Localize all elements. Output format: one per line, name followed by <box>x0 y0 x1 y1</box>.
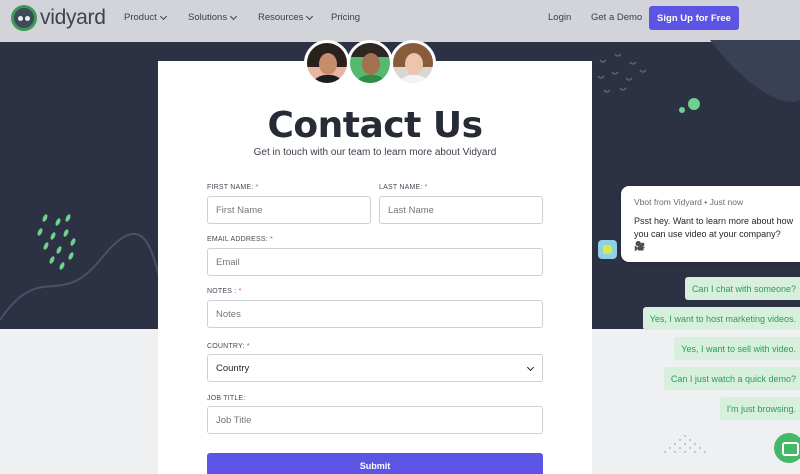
job-title-label-text: JOB TITLE: <box>207 395 246 402</box>
chat-launcher-icon[interactable] <box>774 433 800 463</box>
dots-pattern-decoration <box>663 434 707 454</box>
first-name-field[interactable] <box>207 196 371 224</box>
submit-button[interactable]: Submit <box>207 453 543 474</box>
notes-label: NOTES : * <box>207 288 242 295</box>
vidyard-logo[interactable]: vidyard <box>11 5 106 31</box>
job-title-label: JOB TITLE: <box>207 395 245 402</box>
chat-message: Psst hey. Want to learn more about how y… <box>634 216 794 251</box>
chat-meta: Vbot from Vidyard • Just now <box>634 197 744 207</box>
login-link[interactable]: Login <box>548 12 571 23</box>
dots-decoration <box>597 40 800 113</box>
chat-message-bubble: Vbot from Vidyard • Just now Psst hey. W… <box>621 186 800 262</box>
required-marker: * <box>246 343 250 350</box>
chevron-down-icon <box>526 363 535 372</box>
required-marker: * <box>255 184 259 191</box>
required-marker: * <box>238 288 242 295</box>
logo-text: vidyard <box>40 6 106 29</box>
last-name-field[interactable] <box>379 196 543 224</box>
required-marker: * <box>424 184 428 191</box>
country-label-text: COUNTRY: <box>207 343 245 350</box>
chevron-down-icon <box>230 12 238 20</box>
page-subtitle: Get in touch with our team to learn more… <box>253 147 497 158</box>
vidyard-logo-icon <box>11 5 37 31</box>
nav-resources-label: Resources <box>258 12 304 23</box>
top-navigation: vidyard Product Solutions Resources Pric… <box>0 0 800 42</box>
get-demo-link[interactable]: Get a Demo <box>591 12 642 23</box>
vbot-avatar-icon <box>598 240 617 259</box>
team-avatars <box>304 40 436 86</box>
chat-option[interactable]: Can I just watch a quick demo? <box>663 367 800 390</box>
chevron-down-icon <box>306 12 314 20</box>
login-label: Login <box>548 12 572 23</box>
email-label-text: EMAIL ADDRESS: <box>207 236 268 243</box>
last-name-label: LAST NAME: * <box>379 184 428 191</box>
notes-field[interactable] <box>207 300 543 328</box>
chat-option[interactable]: I'm just browsing. <box>719 397 800 420</box>
last-name-label-text: LAST NAME: <box>379 184 423 191</box>
nav-resources[interactable]: Resources <box>258 12 314 23</box>
email-label: EMAIL ADDRESS: * <box>207 236 273 243</box>
chat-option[interactable]: Yes, I want to host marketing videos. <box>642 307 800 330</box>
email-field[interactable] <box>207 248 543 276</box>
nav-product[interactable]: Product <box>124 12 167 23</box>
nav-product-label: Product <box>124 12 157 23</box>
wave-decoration <box>0 214 160 321</box>
notes-label-text: NOTES : <box>207 288 237 295</box>
job-title-field[interactable] <box>207 406 543 434</box>
get-demo-label: Get a Demo <box>591 12 643 23</box>
first-name-label-text: FIRST NAME: <box>207 184 254 191</box>
country-select-value: Country <box>216 362 250 374</box>
required-marker: * <box>270 236 273 243</box>
signup-button[interactable]: Sign Up for Free <box>649 6 739 30</box>
country-select[interactable]: Country <box>207 354 543 382</box>
chevron-down-icon <box>159 12 167 20</box>
first-name-label: FIRST NAME: * <box>207 184 259 191</box>
country-label: COUNTRY: * <box>207 343 250 350</box>
chat-option[interactable]: Yes, I want to sell with video. <box>674 337 800 360</box>
nav-solutions-label: Solutions <box>188 12 228 23</box>
team-avatar <box>390 40 436 86</box>
nav-solutions[interactable]: Solutions <box>188 12 238 23</box>
page-title: Contact Us <box>267 105 483 146</box>
team-avatar <box>347 40 393 86</box>
nav-pricing-label: Pricing <box>331 12 361 23</box>
team-avatar <box>304 40 350 86</box>
nav-pricing[interactable]: Pricing <box>331 12 360 23</box>
chat-option[interactable]: Can I chat with someone? <box>684 277 800 300</box>
